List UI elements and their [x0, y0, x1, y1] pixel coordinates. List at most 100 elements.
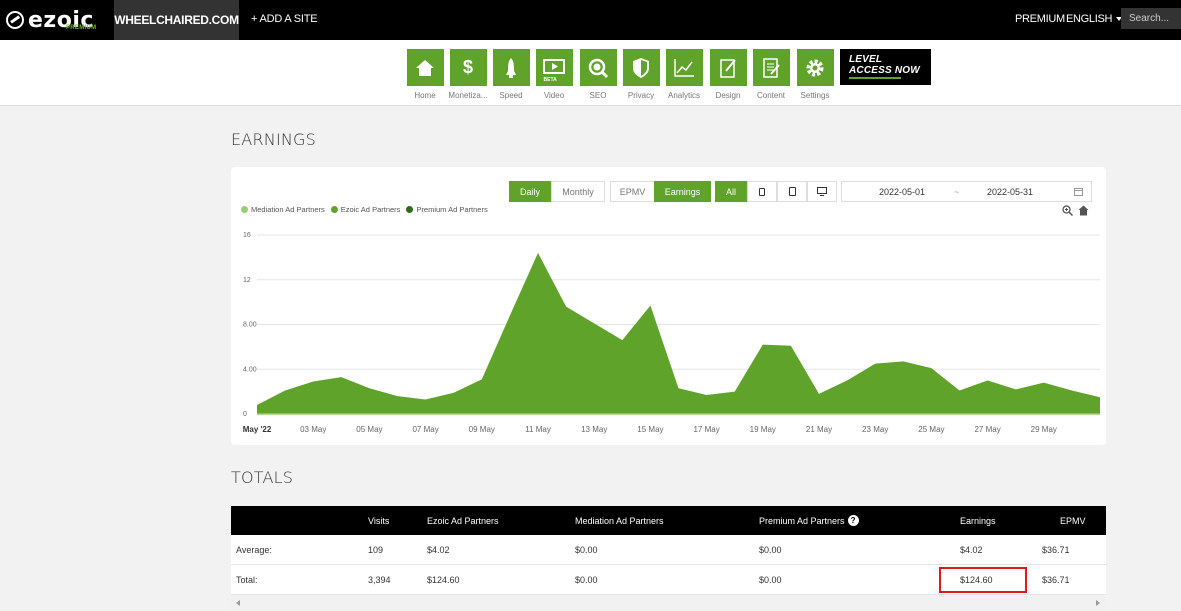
x-tick-label: 19 May — [750, 425, 776, 434]
language-label: ENGLISH — [1066, 13, 1113, 25]
legend-label: Ezoic Ad Partners — [340, 205, 401, 214]
mobile-icon — [759, 187, 765, 196]
magnifier-icon — [588, 58, 609, 78]
series-area — [257, 252, 1100, 414]
nav-icon-box — [709, 49, 747, 86]
beta-badge: BETA — [543, 77, 557, 83]
cell-mediation: $0.00 — [575, 544, 598, 555]
scroll-left-icon[interactable] — [236, 600, 240, 606]
cell-premium: $0.00 — [759, 544, 782, 555]
gear-icon — [806, 59, 824, 76]
y-tick-label: 8.00 — [243, 322, 257, 329]
cell-visits: 109 — [368, 544, 384, 555]
date-separator: ~ — [954, 187, 960, 197]
legend-item[interactable]: Ezoic Ad Partners — [330, 205, 401, 214]
nav-icon-box — [752, 49, 790, 86]
level-access-banner[interactable]: LEVEL ACCESS NOW — [840, 49, 931, 85]
logo-mark-icon — [6, 11, 24, 29]
row-label: Average: — [236, 544, 272, 555]
home-icon — [416, 59, 434, 76]
nav-item-video[interactable]: BETA Video — [534, 49, 574, 100]
nav-strip: Home $ Monetiza... Speed BETA Video SEO … — [0, 40, 1181, 106]
header-epmv[interactable]: EPMV — [1060, 506, 1086, 535]
level-line-1: LEVEL — [849, 54, 883, 65]
nav-label: Settings — [800, 91, 830, 100]
nav-label: Speed — [499, 91, 523, 100]
nav-item-settings[interactable]: Settings — [795, 49, 835, 100]
nav-item-home[interactable]: Home — [405, 49, 445, 100]
y-tick-label: 16 — [243, 232, 251, 239]
daily-button[interactable]: Daily — [509, 181, 551, 202]
logo-badge: PREMIUM — [66, 25, 97, 31]
scroll-right-icon[interactable] — [1096, 600, 1100, 606]
desktop-button[interactable] — [807, 181, 837, 202]
legend-label: Mediation Ad Partners — [251, 205, 325, 214]
monthly-button[interactable]: Monthly — [551, 181, 605, 202]
x-tick-label: May '22 — [243, 425, 272, 434]
header-premium[interactable]: Premium Ad Partners ? — [759, 506, 859, 535]
tablet-button[interactable] — [777, 181, 807, 202]
date-range-picker[interactable]: 2022-05-01 ~ 2022-05-31 — [841, 181, 1092, 202]
header-visits[interactable]: Visits — [368, 506, 389, 535]
chart-legend: Mediation Ad Partners Ezoic Ad Partners … — [241, 205, 488, 214]
y-tick-label: 4.00 — [243, 366, 257, 373]
shield-icon — [633, 57, 649, 78]
earnings-title: EARNINGS — [231, 130, 316, 149]
line-chart-icon — [674, 58, 694, 77]
document-icon — [763, 57, 780, 78]
legend-item[interactable]: Mediation Ad Partners — [241, 205, 325, 214]
cell-epmv: $36.71 — [1042, 544, 1070, 555]
level-progress-bar — [849, 77, 901, 79]
nav-icon-box: $ — [449, 49, 487, 86]
x-tick-label: 07 May — [412, 425, 438, 434]
nav-item-design[interactable]: Design — [708, 49, 748, 100]
x-tick-label: 03 May — [300, 425, 326, 434]
mobile-button[interactable] — [747, 181, 777, 202]
header-earnings[interactable]: Earnings — [960, 506, 996, 535]
header-mediation[interactable]: Mediation Ad Partners — [575, 506, 664, 535]
x-tick-label: 09 May — [469, 425, 495, 434]
nav-item-privacy[interactable]: Privacy — [621, 49, 661, 100]
nav-item-analytics[interactable]: Analytics — [664, 49, 704, 100]
x-tick-label: 23 May — [862, 425, 888, 434]
header-premium-label: Premium Ad Partners — [759, 515, 845, 526]
cell-epmv: $36.71 — [1042, 574, 1070, 585]
level-line-2: ACCESS NOW — [849, 65, 920, 76]
all-devices-button[interactable]: All — [715, 181, 747, 202]
legend-dot — [406, 206, 414, 213]
video-icon — [543, 58, 565, 74]
add-site-link[interactable]: + ADD A SITE — [251, 13, 318, 25]
y-axis-ticks: 0 4.00 8.00 12 16 — [243, 232, 257, 418]
nav-label: Video — [543, 91, 565, 100]
ezoic-logo[interactable]: ezoic PREMIUM — [6, 6, 97, 34]
zoom-icon[interactable] — [1062, 205, 1073, 216]
search-input[interactable] — [1121, 8, 1181, 29]
desktop-icon — [817, 187, 827, 196]
row-label: Total: — [236, 574, 258, 585]
nav-item-seo[interactable]: SEO — [578, 49, 618, 100]
earnings-chart: 0 4.00 8.00 12 16 May '22 03 May 05 May 07 May 0… — [243, 232, 1100, 434]
nav-item-content[interactable]: Content — [751, 49, 791, 100]
help-icon[interactable]: ? — [847, 515, 859, 526]
x-tick-label: 21 May — [806, 425, 832, 434]
nav-label: Privacy — [627, 91, 655, 100]
nav-icon-box — [492, 49, 530, 86]
legend-dot — [330, 206, 338, 213]
top-bar: ezoic PREMIUM WHEELCHAIRED.COM + ADD A S… — [0, 0, 1181, 40]
language-dropdown[interactable]: ENGLISH — [1066, 13, 1123, 25]
epmv-button[interactable]: EPMV — [610, 181, 655, 202]
horizontal-scrollbar[interactable] — [231, 595, 1106, 611]
nav-icon-box — [579, 49, 617, 86]
table-header: Visits Ezoic Ad Partners Mediation Ad Pa… — [231, 506, 1106, 535]
nav-item-monetization[interactable]: $ Monetiza... — [448, 49, 488, 100]
earnings-button[interactable]: Earnings — [654, 181, 711, 202]
nav-item-speed[interactable]: Speed — [491, 49, 531, 100]
reset-zoom-home-icon[interactable] — [1078, 205, 1089, 216]
header-ezoic[interactable]: Ezoic Ad Partners — [427, 506, 499, 535]
legend-label: Premium Ad Partners — [416, 205, 488, 214]
legend-item[interactable]: Premium Ad Partners — [406, 205, 488, 214]
x-tick-label: 29 May — [1031, 425, 1057, 434]
site-tab[interactable]: WHEELCHAIRED.COM — [114, 0, 239, 40]
nav-icon-box — [406, 49, 444, 86]
premium-link[interactable]: PREMIUM — [1015, 13, 1065, 25]
